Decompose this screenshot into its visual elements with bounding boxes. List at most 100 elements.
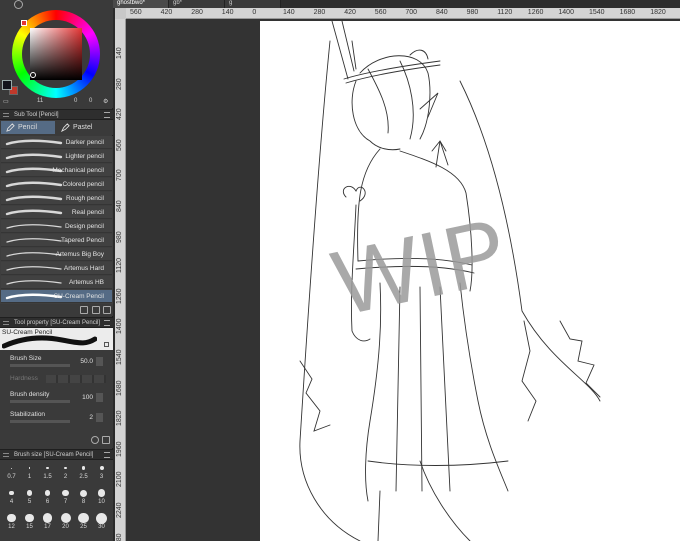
ruler-tick-label: 1260 (527, 9, 544, 16)
ruler-horizontal: 560 420 280 140 0 140 280 420 560 700 840 980 1120 12… (126, 8, 680, 19)
drawing-canvas[interactable]: WIP (260, 21, 680, 541)
canvas-workspace[interactable]: WIP (126, 19, 680, 541)
brush-size-dot (11, 467, 12, 469)
color-settings-icon[interactable]: ⚙ (103, 98, 108, 105)
brush-size-dot (26, 490, 33, 496)
sub-tool-item[interactable]: Artemus Hard (1, 262, 112, 275)
ruler-tick-label: 420 (344, 9, 356, 16)
document-tab[interactable]: g (225, 0, 281, 8)
brush-size-preset[interactable]: 7 (57, 487, 74, 506)
sub-tool-settings-icon[interactable] (80, 306, 88, 314)
ruler-vertical: 140 280 420 560 700 840 980 1120 1260 1400 1540 168… (115, 19, 126, 541)
brush-size-dot (97, 489, 106, 497)
transparent-color-icon[interactable]: ▭ (3, 98, 9, 105)
saturation-value-marker[interactable] (30, 72, 36, 78)
menu-icon[interactable] (104, 112, 110, 118)
brush-size-preset[interactable]: 6 (39, 487, 56, 506)
brush-size-dot (80, 489, 87, 497)
menu-icon[interactable] (104, 320, 110, 326)
brush-size-value: 0.7 (7, 474, 16, 480)
sub-tool-item[interactable]: Colored pencil (1, 178, 112, 191)
stabilization-spinner-icon[interactable] (96, 413, 103, 422)
brush-size-preset[interactable]: 2.5 (75, 462, 92, 481)
brush-size-preset[interactable]: 3 (93, 462, 110, 481)
brush-size-preset[interactable]: 15 (21, 512, 38, 531)
tool-property-footer (0, 434, 113, 447)
trash-icon[interactable] (103, 306, 111, 314)
brush-size-preset[interactable]: 10 (93, 487, 110, 506)
grip-icon[interactable] (3, 453, 9, 457)
brush-size-value: 2.5 (79, 474, 88, 480)
brush-size-preset[interactable]: 1.5 (39, 462, 56, 481)
duplicate-sub-tool-icon[interactable] (92, 306, 100, 314)
sub-tool-item[interactable]: Artemus Big Boy (1, 248, 112, 261)
brush-size-value: 20 (62, 524, 69, 530)
grip-icon[interactable] (3, 113, 9, 117)
ruler-tick-label: 420 (116, 108, 123, 121)
hardness-label: Hardness (10, 375, 38, 382)
brush-size-preset[interactable]: 0.7 (3, 462, 20, 481)
left-dock: ▭ 11 0 0 ⚙ Sub Tool [Pencil] Pencil Past… (0, 0, 113, 541)
sub-tool-name: SU-Cream Pencil (53, 293, 104, 300)
brush-density-dropdown-icon[interactable] (96, 393, 103, 402)
brush-size-preset[interactable]: 12 (3, 512, 20, 531)
brush-size-preset[interactable]: 20 (57, 512, 74, 531)
wrench-icon[interactable] (102, 436, 110, 444)
hue-marker[interactable] (21, 20, 27, 26)
brush-density-slider[interactable] (10, 400, 70, 403)
brush-size-preset[interactable]: 2 (57, 462, 74, 481)
brush-size-preset[interactable]: 4 (3, 487, 20, 506)
sub-tool-item[interactable]: Lighter pencil (1, 150, 112, 163)
brush-size-value: 1.5 (43, 474, 52, 480)
brush-size-preset[interactable]: 25 (75, 512, 92, 531)
stabilization-row[interactable]: Stabilization 2 (0, 408, 113, 428)
brush-size-dot (64, 466, 67, 470)
sub-tool-item[interactable]: Darker pencil (1, 136, 112, 149)
brush-size-row[interactable]: Brush Size 50.0 (0, 352, 113, 372)
brush-size-panel-header[interactable]: Brush size [SU-Cream Pencil] (0, 449, 113, 460)
tool-detail-icon[interactable] (91, 436, 99, 444)
brush-size-preset[interactable]: 1 (21, 462, 38, 481)
sub-tool-name: Colored pencil (62, 181, 104, 188)
brush-size-preset[interactable]: 30 (93, 512, 110, 531)
brush-size-slider[interactable] (10, 364, 70, 367)
tab-pencil[interactable]: Pencil (1, 121, 55, 134)
tool-property-panel-header[interactable]: Tool property [SU-Cream Pencil] (0, 317, 113, 328)
document-tab[interactable]: ghostbwo* (113, 0, 169, 8)
sub-tool-panel-header[interactable]: Sub Tool [Pencil] (0, 109, 113, 120)
brush-size-dot (60, 513, 71, 523)
sub-tool-item[interactable]: Mechanical pencil (1, 164, 112, 177)
stabilization-slider[interactable] (10, 420, 70, 423)
ruler-tick-label: 700 (116, 169, 123, 182)
stabilization-value[interactable]: 2 (89, 414, 93, 421)
sub-tool-item[interactable]: Design pencil (1, 220, 112, 233)
panel-title: Tool property [SU-Cream Pencil] (14, 320, 101, 326)
brush-density-row[interactable]: Brush density 100 (0, 388, 113, 408)
brush-size-value[interactable]: 50.0 (80, 358, 93, 365)
brush-density-value[interactable]: 100 (82, 394, 93, 401)
brush-size-dropdown-icon[interactable] (96, 357, 103, 366)
tab-pastel[interactable]: Pastel (56, 121, 110, 134)
sub-tool-item[interactable]: Rough pencil (1, 192, 112, 205)
sub-tool-item[interactable]: Tapered Pencil (1, 234, 112, 247)
saturation-value-square[interactable] (30, 28, 82, 80)
sub-tool-item[interactable]: Real pencil (1, 206, 112, 219)
sub-tool-name: Artemus HB (68, 279, 104, 286)
lock-icon[interactable] (104, 342, 109, 347)
color-panel-icon[interactable] (14, 0, 23, 9)
grip-icon[interactable] (3, 321, 9, 325)
brush-size-preset[interactable]: 5 (21, 487, 38, 506)
sub-tool-name: Artemus Big Boy (55, 251, 104, 258)
document-tab[interactable]: gb* (169, 0, 225, 8)
sub-tool-item[interactable]: SU-Cream Pencil (1, 290, 112, 303)
brush-stroke-icon (6, 280, 62, 285)
main-color-swatch[interactable] (2, 80, 12, 90)
ruler-tick-label: 840 (116, 200, 123, 212)
brush-size-value: 12 (8, 524, 15, 530)
sub-tool-item[interactable]: Artemus HB (1, 276, 112, 289)
ruler-tick-label: 140 (116, 47, 123, 59)
brush-size-preset[interactable]: 8 (75, 487, 92, 506)
color-value-1: 0 (74, 98, 78, 104)
brush-size-preset[interactable]: 17 (39, 512, 56, 531)
menu-icon[interactable] (104, 452, 110, 458)
